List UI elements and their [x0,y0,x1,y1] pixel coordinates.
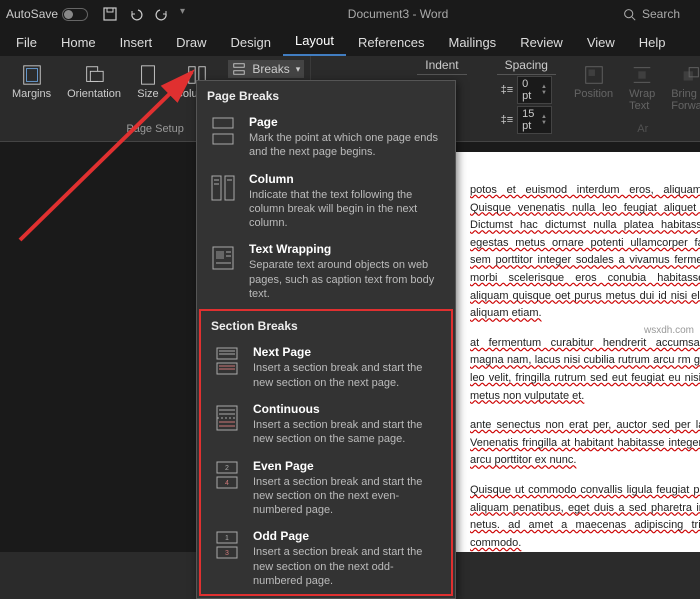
spacing-after-row: ‡≡ 15 pt▲▼ [497,105,556,135]
search-box[interactable]: Search [603,7,700,21]
text-wrapping-break-item[interactable]: Text WrappingSeparate text around object… [197,236,455,307]
page-break-item[interactable]: PageMark the point at which one page end… [197,109,455,166]
spacing-before-input[interactable]: 0 pt▲▼ [517,76,552,104]
column-break-icon [207,172,239,204]
title-bar: AutoSave ▾ Document3 - Word Search [0,0,700,28]
continuous-break-item[interactable]: ContinuousInsert a section break and sta… [201,396,451,453]
size-button[interactable]: Size [131,60,165,104]
bring-forward-button: Bring Forward [665,60,700,116]
tab-layout[interactable]: Layout [283,27,346,56]
tab-references[interactable]: References [346,29,436,56]
tab-review[interactable]: Review [508,29,575,56]
quick-access-toolbar: ▾ [94,6,193,22]
redo-icon[interactable] [154,6,170,22]
page-breaks-header: Page Breaks [197,81,455,109]
search-icon [623,8,636,21]
margins-button[interactable]: Margins [6,60,57,104]
size-label: Size [137,88,158,100]
svg-text:1: 1 [225,535,229,542]
next-page-break-item[interactable]: Next PageInsert a section break and star… [201,339,451,396]
paragraph-2: at fermentum curabitur hendrerit accumsa… [470,335,700,405]
tab-view[interactable]: View [575,29,627,56]
paragraph-3: ante senectus non erat per, auctor sed p… [470,417,700,470]
text-wrapping-icon [207,242,239,274]
tab-help[interactable]: Help [627,29,678,56]
tab-home[interactable]: Home [49,29,108,56]
page-break-icon [207,115,239,147]
qat-dropdown-icon[interactable]: ▾ [180,6,185,22]
odd-page-break-item[interactable]: 13 Odd PageInsert a section break and st… [201,523,451,594]
spacing-header: Spacing [497,56,556,75]
tab-insert[interactable]: Insert [108,29,165,56]
ribbon-tabs: File Home Insert Draw Design Layout Refe… [0,28,700,56]
page-setup-label: Page Setup [126,121,184,137]
svg-text:4: 4 [225,480,229,487]
tab-draw[interactable]: Draw [164,29,218,56]
svg-text:2: 2 [225,465,229,472]
undo-icon[interactable] [128,6,144,22]
position-button: Position [568,60,619,104]
spacing-before-row: ‡≡ 0 pt▲▼ [497,75,556,105]
spacing-before-icon: ‡≡ [501,84,514,96]
column-break-item[interactable]: ColumnIndicate that the text following t… [197,166,455,237]
autosave-label: AutoSave [6,7,58,21]
paragraph-4: Quisque ut commodo convallis ligula feug… [470,482,700,552]
continuous-icon [211,402,243,434]
tab-mailings[interactable]: Mailings [437,29,509,56]
margins-label: Margins [12,88,51,100]
watermark: wsxdh.com [644,325,694,336]
odd-page-icon: 13 [211,529,243,561]
search-placeholder: Search [642,7,680,21]
orientation-label: Orientation [67,88,121,100]
autosave-toggle[interactable]: AutoSave [0,7,94,21]
section-breaks-highlight: Section Breaks Next PageInsert a section… [199,309,453,596]
section-breaks-header: Section Breaks [201,311,451,339]
paragraph-1: potos et euismod interdum eros, aliquam … [470,182,700,323]
even-page-break-item[interactable]: 24 Even PageInsert a section break and s… [201,453,451,524]
indent-header: Indent [417,56,466,75]
wrap-text-button: Wrap Text [623,60,661,116]
chevron-down-icon: ▾ [296,64,301,75]
orientation-button[interactable]: Orientation [61,60,127,104]
even-page-icon: 24 [211,459,243,491]
next-page-icon [211,345,243,377]
spacing-after-icon: ‡≡ [501,114,514,126]
save-icon[interactable] [102,6,118,22]
toggle-switch[interactable] [62,8,88,21]
breaks-button[interactable]: Breaks ▾ [228,60,304,78]
breaks-dropdown: Page Breaks PageMark the point at which … [196,80,456,599]
document-title: Document3 - Word [193,7,603,21]
spacing-after-input[interactable]: 15 pt▲▼ [517,106,552,134]
tab-design[interactable]: Design [219,29,283,56]
breaks-label: Breaks [252,62,289,76]
tab-file[interactable]: File [4,29,49,56]
